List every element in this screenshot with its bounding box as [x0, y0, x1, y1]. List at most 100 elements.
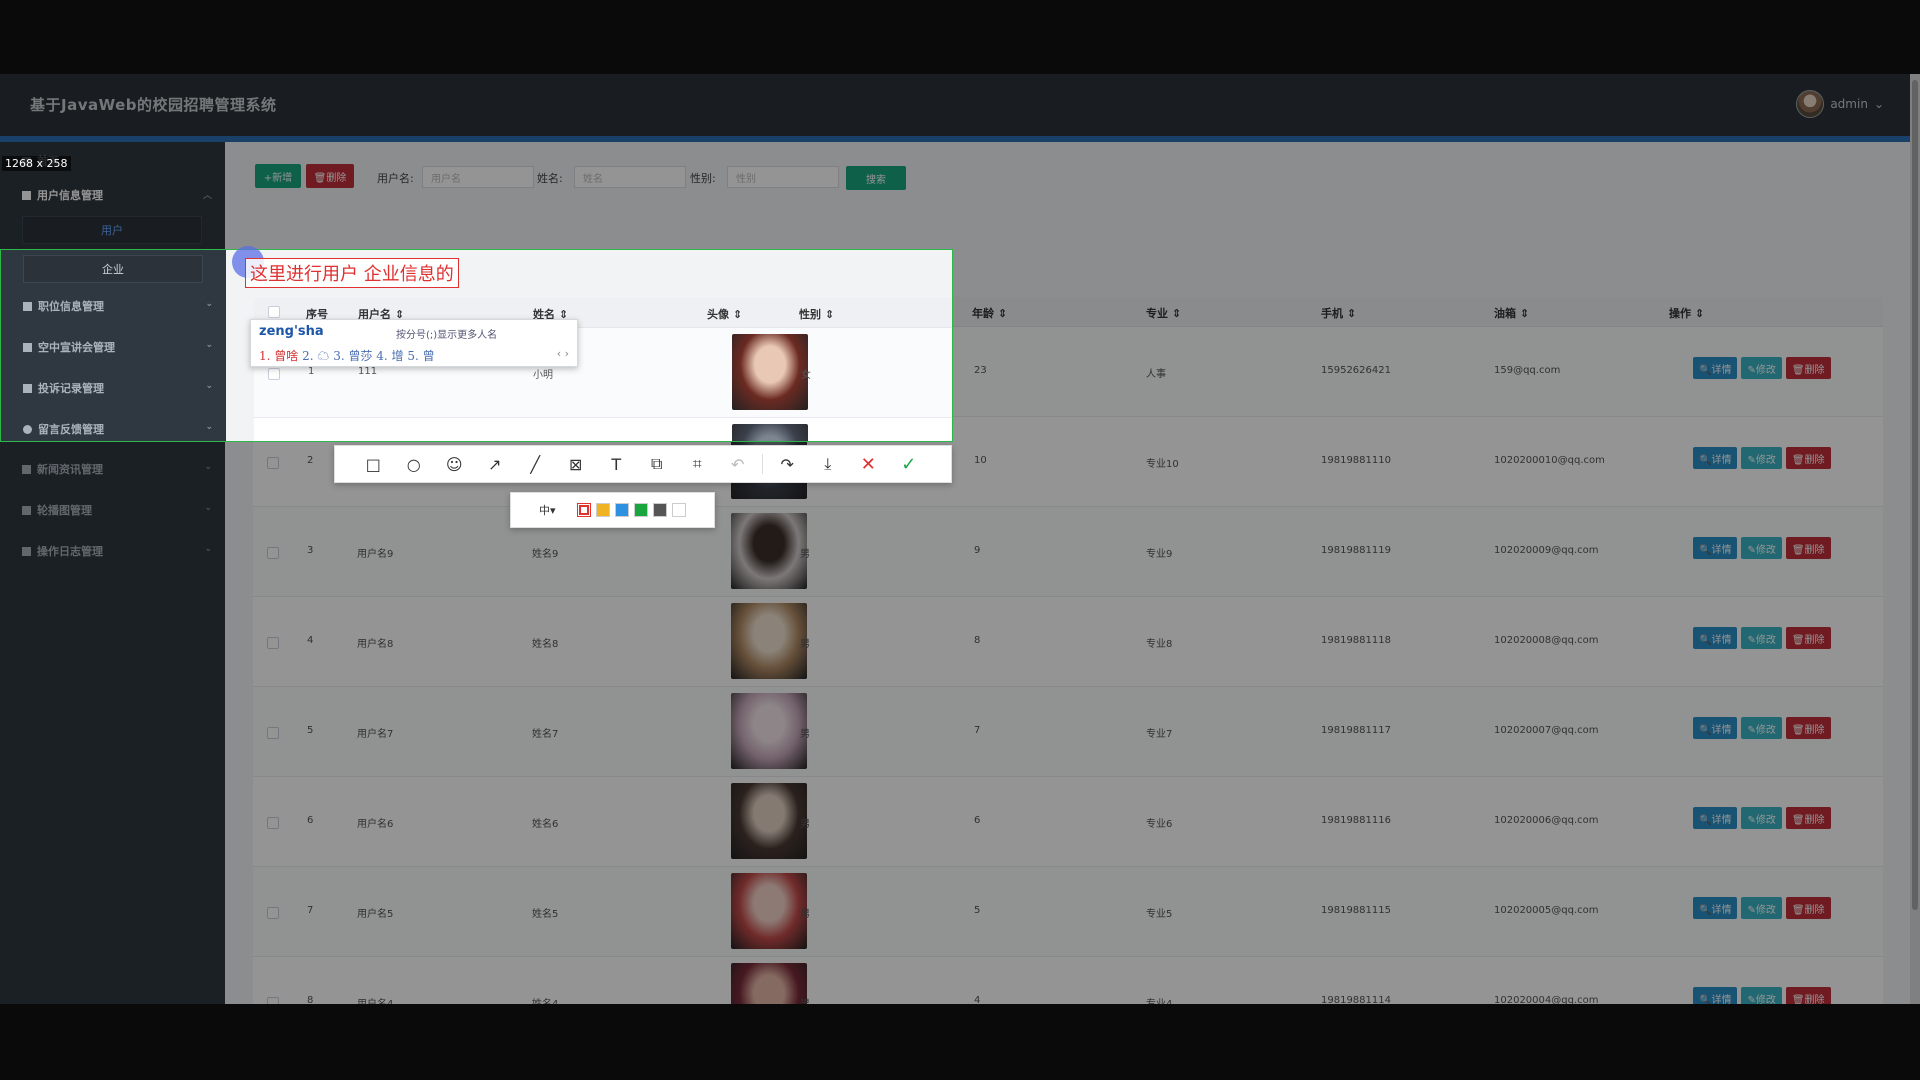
col-avatar[interactable]: 头像 ⇕ — [707, 306, 742, 322]
username-input[interactable]: 用户名 — [422, 166, 534, 188]
ocr-icon[interactable]: ⌗ — [677, 445, 718, 483]
cancel-icon[interactable]: ✕ — [848, 445, 889, 483]
color-swatch-white[interactable] — [671, 503, 686, 517]
pin-icon[interactable]: ⧉ — [637, 445, 678, 483]
search-button[interactable]: 搜索 — [846, 166, 906, 190]
sidebar-item-feedback[interactable]: 留言反馈管理 ⌄ — [23, 418, 213, 440]
cell-email: 102020005@qq.com — [1494, 905, 1599, 916]
detail-button[interactable]: 🔍详情 — [1693, 807, 1738, 829]
row-actions: 🔍详情 ✎修改 🗑删除 — [1693, 627, 1831, 649]
detail-button[interactable]: 🔍详情 — [1693, 987, 1738, 1004]
row-checkbox[interactable] — [267, 457, 279, 469]
sidebar-subitem-company[interactable]: 企业 — [23, 255, 203, 283]
scrollbar-thumb[interactable] — [1912, 80, 1918, 910]
col-age[interactable]: 年龄 ⇕ — [972, 305, 1007, 321]
annotation-text-box[interactable]: 这里进行用户 企业信息的 — [245, 258, 459, 288]
select-all-checkbox[interactable] — [268, 306, 280, 318]
color-swatch-red[interactable] — [576, 503, 591, 517]
delete-button[interactable]: 🗑删除 — [1785, 807, 1831, 829]
cell-phone: 19819881117 — [1321, 725, 1391, 736]
sidebar-item-logs[interactable]: 操作日志管理 ⌄ — [22, 540, 212, 562]
sidebar-item-complaints[interactable]: 投诉记录管理 ⌄ — [23, 377, 213, 399]
chevron-down-icon[interactable]: ⌄ — [1874, 97, 1884, 111]
table-row: 3 用户名9 姓名9 男 9 专业9 19819881119 102020009… — [253, 507, 1883, 597]
detail-button[interactable]: 🔍详情 — [1693, 717, 1738, 739]
cell-phone: 15952626421 — [1321, 365, 1391, 376]
mosaic-icon[interactable]: ⊠ — [556, 445, 597, 483]
row-checkbox[interactable] — [267, 817, 279, 829]
ime-candidate[interactable]: 4. 增 — [376, 349, 403, 363]
chevron-down-icon: ⌄ — [204, 503, 212, 513]
detail-button[interactable]: 🔍详情 — [1693, 447, 1738, 469]
detail-button[interactable]: 🔍详情 — [1693, 627, 1738, 649]
cell-age: 8 — [974, 635, 981, 646]
edit-button[interactable]: ✎修改 — [1741, 717, 1782, 739]
edit-button[interactable]: ✎修改 — [1741, 897, 1782, 919]
color-swatch-blue[interactable] — [614, 503, 629, 517]
detail-button[interactable]: 🔍详情 — [1693, 537, 1738, 559]
batch-delete-button[interactable]: 🗑删除 — [306, 164, 354, 188]
sidebar-item-user-info[interactable]: 用户信息管理 ︿ — [22, 184, 212, 206]
undo-icon[interactable]: ↶ — [718, 445, 759, 483]
row-checkbox[interactable] — [267, 997, 279, 1004]
delete-button[interactable]: 🗑删除 — [1785, 537, 1831, 559]
sidebar-item-carousel[interactable]: 轮播图管理 ⌄ — [22, 499, 212, 521]
sidebar-item-jobs[interactable]: 职位信息管理 ⌄ — [23, 295, 213, 317]
ime-candidate[interactable]: 5. 曾 — [407, 349, 434, 363]
col-actions[interactable]: 操作 ⇕ — [1669, 305, 1704, 321]
sidebar-item-news[interactable]: 新闻资讯管理 ⌄ — [22, 458, 212, 480]
detail-button[interactable]: 🔍详情 — [1693, 357, 1738, 379]
color-swatch-green[interactable] — [633, 503, 648, 517]
row-checkbox[interactable] — [267, 907, 279, 919]
ime-page-nav[interactable]: ‹ › — [557, 347, 569, 360]
delete-button[interactable]: 🗑删除 — [1785, 447, 1831, 469]
scrollbar[interactable] — [1910, 74, 1920, 1004]
sidebar-item-talks[interactable]: 空中宣讲会管理 ⌄ — [23, 336, 213, 358]
edit-button[interactable]: ✎修改 — [1741, 627, 1782, 649]
row-checkbox[interactable] — [267, 547, 279, 559]
edit-button[interactable]: ✎修改 — [1741, 357, 1782, 379]
delete-button[interactable]: 🗑删除 — [1785, 717, 1831, 739]
chevron-down-icon: ⌄ — [205, 299, 213, 309]
color-swatch-gray[interactable] — [652, 503, 667, 517]
arrow-icon[interactable]: ↗ — [475, 445, 516, 483]
col-phone[interactable]: 手机 ⇕ — [1321, 305, 1356, 321]
edit-button[interactable]: ✎修改 — [1741, 987, 1782, 1004]
gender-select[interactable]: 性别 — [727, 166, 839, 188]
ellipse-icon[interactable]: ○ — [394, 445, 435, 483]
col-major[interactable]: 专业 ⇕ — [1146, 305, 1181, 321]
col-gender[interactable]: 性别 ⇕ — [799, 306, 834, 322]
delete-button[interactable]: 🗑删除 — [1785, 357, 1831, 379]
rectangle-icon[interactable]: □ — [353, 445, 394, 483]
delete-button[interactable]: 🗑删除 — [1785, 897, 1831, 919]
emoji-icon[interactable]: ☺ — [434, 445, 475, 483]
edit-button[interactable]: ✎修改 — [1741, 537, 1782, 559]
avatar[interactable] — [1796, 90, 1825, 118]
ime-candidate[interactable]: 2. ☁ — [302, 349, 329, 363]
user-photo — [731, 693, 807, 769]
delete-button[interactable]: 🗑删除 — [1785, 987, 1831, 1004]
col-email[interactable]: 油箱 ⇕ — [1494, 305, 1529, 321]
row-checkbox[interactable] — [267, 637, 279, 649]
share-icon[interactable]: ↷ — [767, 445, 808, 483]
font-size-select[interactable]: 中▾ — [539, 502, 556, 518]
edit-button[interactable]: ✎修改 — [1741, 807, 1782, 829]
text-icon[interactable]: T — [596, 445, 637, 483]
confirm-icon[interactable]: ✓ — [889, 445, 930, 483]
add-button[interactable]: +新增 — [255, 164, 301, 188]
cell-gender: 男 — [800, 819, 810, 830]
download-icon[interactable]: ⤓ — [808, 445, 849, 483]
color-swatch-yellow[interactable] — [595, 503, 610, 517]
ime-candidate[interactable]: 1. 曾啥 — [259, 349, 298, 363]
detail-button[interactable]: 🔍详情 — [1693, 897, 1738, 919]
row-checkbox[interactable] — [267, 727, 279, 739]
row-checkbox[interactable] — [268, 368, 280, 380]
sidebar-subitem-user[interactable]: 用户 — [22, 216, 202, 244]
edit-button[interactable]: ✎修改 — [1741, 447, 1782, 469]
delete-button[interactable]: 🗑删除 — [1785, 627, 1831, 649]
name-input[interactable]: 姓名 — [574, 166, 686, 188]
user-menu[interactable]: admin ⌄ — [1796, 90, 1884, 118]
ime-candidate[interactable]: 3. 曾莎 — [333, 349, 372, 363]
line-icon[interactable]: ╱ — [515, 445, 556, 483]
user-name[interactable]: admin — [1830, 97, 1868, 111]
